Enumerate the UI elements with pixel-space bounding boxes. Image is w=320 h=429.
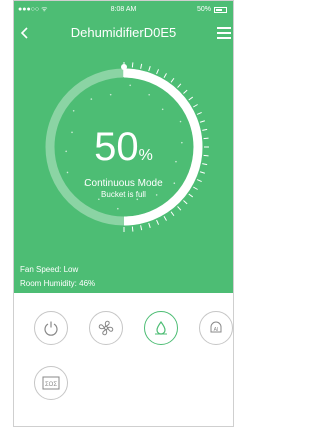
app-frame: ●●●○○ ᯤ 8:08 AM 50% DehumidifierD0E5 50%… — [13, 0, 234, 427]
drop-icon — [155, 320, 167, 335]
gauge-tick — [170, 211, 175, 217]
filter-button[interactable]: ΣOΣ — [34, 366, 68, 400]
mode-label: Continuous Mode — [84, 178, 163, 189]
battery-percent: 50% — [196, 6, 211, 13]
page-title: DehumidifierD0E5 — [70, 25, 177, 40]
gauge-tick — [177, 83, 182, 88]
room-humidity: Room Humidity: 46% — [20, 279, 96, 288]
gauge-tick — [183, 200, 188, 205]
battery-icon — [214, 7, 227, 13]
gauge-tick — [196, 111, 202, 115]
dry-mode-button[interactable] — [144, 311, 178, 345]
gauge-tick — [188, 96, 194, 101]
fan-icon — [98, 320, 114, 336]
power-button[interactable] — [34, 311, 68, 345]
gauge-tick — [148, 66, 151, 72]
gauge-tick — [170, 77, 175, 83]
gauge-tick — [156, 69, 160, 75]
back-icon[interactable] — [19, 27, 31, 39]
gauge-tick — [131, 62, 134, 68]
gauge-tick — [193, 104, 198, 108]
bucket-status: Bucket is full — [101, 190, 146, 199]
humidity-percent: 50% — [94, 125, 153, 169]
gauge-tick — [131, 226, 134, 232]
gauge-dot — [179, 120, 182, 123]
fan-speed: Fan Speed: Low — [20, 265, 79, 274]
gauge-tick — [140, 225, 143, 231]
nav-bar: DehumidifierD0E5 — [14, 19, 233, 47]
gauge-tick — [140, 63, 143, 69]
gauge-tick — [163, 73, 167, 78]
gauge-dot — [117, 207, 119, 210]
power-icon — [44, 321, 58, 336]
gauge-dot — [72, 109, 75, 112]
menu-icon[interactable] — [217, 27, 231, 39]
status-bar: ●●●○○ ᯤ 8:08 AM 50% — [14, 1, 233, 19]
gauge-dot — [129, 84, 131, 87]
gauge-tick — [199, 120, 205, 123]
gauge-tick — [163, 216, 167, 221]
fan-button[interactable] — [89, 311, 123, 345]
gauge-tick — [156, 219, 160, 225]
gauge-tick — [148, 222, 151, 228]
filter-icon: ΣOΣ — [42, 376, 60, 390]
svg-text:AI: AI — [214, 327, 219, 333]
gauge-readout: 50% Continuous Mode Bucket is full — [14, 127, 233, 200]
gauge-dot — [109, 93, 112, 96]
gauge-tick — [183, 89, 188, 94]
gauge-dot — [90, 98, 93, 100]
gauge-dot — [148, 93, 150, 96]
ai-bell-icon: AI — [210, 321, 222, 333]
ai-button[interactable]: AI — [199, 311, 233, 345]
gauge-tick — [177, 206, 182, 211]
gauge-dot — [161, 108, 164, 111]
main-panel: ●●●○○ ᯤ 8:08 AM 50% DehumidifierD0E5 50%… — [14, 1, 233, 293]
svg-text:ΣOΣ: ΣOΣ — [45, 382, 57, 388]
